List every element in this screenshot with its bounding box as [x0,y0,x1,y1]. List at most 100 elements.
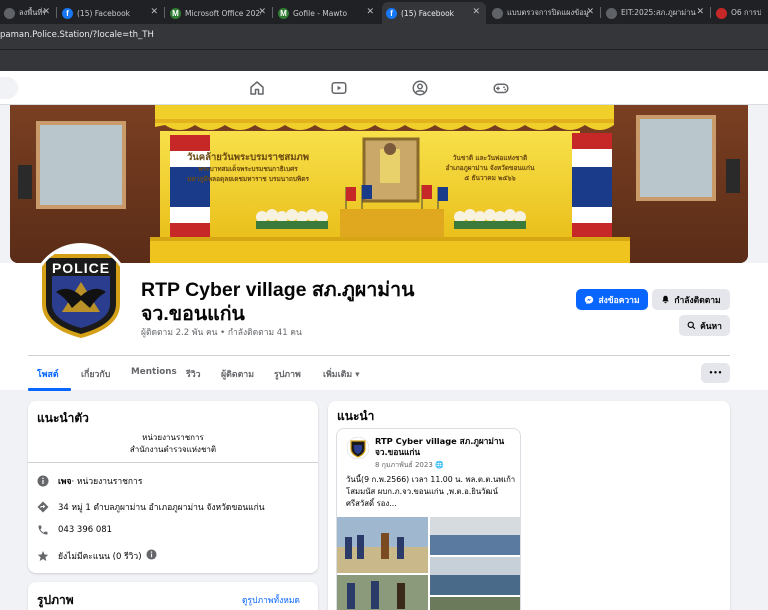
home-icon[interactable] [248,79,266,97]
post-meta[interactable]: 8 กุมภาพันธ์ 2023 🌐 [375,460,444,471]
intro-row: เพจ · หน่วยงานราชการ [37,474,142,488]
generic-icon [4,7,15,19]
intro-bio-line1: หน่วยงานราชการ [142,433,204,442]
location-icon [37,501,49,513]
post-date[interactable]: 8 กุมภาพันธ์ 2023 [375,461,433,469]
groups-icon[interactable] [411,79,429,97]
address-bar[interactable]: paman.Police.Station/?locale=th_TH [0,24,768,49]
intro-row-category: เพจ [58,477,72,487]
intro-bio: หน่วยงานราชการ สำนักงานตำรวจแห่งชาติ [28,432,318,456]
header-divider [28,355,730,356]
cover-photo-image [10,105,748,263]
browser-tab-label: ลงพื้นที่ข้อมูล [19,8,45,17]
more-options-button[interactable]: ••• [701,363,730,383]
browser-tab[interactable]: O6 การประยุกต์ [712,2,768,24]
mawto-icon: M [278,7,289,19]
close-tab-icon[interactable]: ✕ [258,7,266,17]
post-text: วันนี้(9 ก.พ.2566) เวลา 11.00 น. พล.ต.ต.… [346,475,516,508]
video-icon[interactable] [330,79,348,97]
intro-row-text: ยังไม่มีคะแนน (0 รีวิว) [58,552,142,562]
browser-tab-label: EIT:2025:สภ.ภูผาม่าน [621,8,696,17]
profile-tab[interactable]: โพสต์ [37,367,59,381]
messenger-icon [585,295,594,304]
browser-tab-label: แบบตรวจการปิดแผงข้อมู [507,8,589,17]
globe-icon: 🌐 [435,461,444,469]
cover-banner-left: วันคล้ายวันพระบรมราชสมภพ พระบาทสมเด็จพระ… [148,152,348,184]
profile-tab[interactable]: เพิ่มเติม ▾ [323,367,360,381]
active-tab-indicator [28,388,71,391]
browser-tab[interactable]: M Microsoft Office 2024 ✕ [166,2,272,24]
profile-tab[interactable]: Mentions [131,367,177,377]
post-photo-grid[interactable] [337,517,521,610]
message-button[interactable]: ส่งข้อความ [576,289,648,310]
page-title: RTP Cyber village สภ.ภูผาม่าน จว.ขอนแก่น [141,279,415,325]
post-avatar[interactable] [347,437,369,459]
close-tab-icon[interactable]: ✕ [42,7,50,17]
browser-tab-strip: ลงพื้นที่ข้อมูล✕f(15) Facebook✕MMicrosof… [0,0,768,24]
cover-banner-right1: วันชาติ และวันพ่อแห่งชาติ [452,154,528,162]
intro-row-text: 34 หมู่ 1 ตำบลภูผาม่าน อำเภอภูผาม่าน จัง… [58,503,265,513]
browser-tab[interactable]: EIT:2025:สภ.ภูผาม่าน ✕ [602,2,710,24]
tab-separator [272,7,273,18]
follower-stats[interactable]: ผู้ติดตาม 2.2 พัน คน • กำลังติดตาม 41 คน [141,325,302,339]
browser-tab-label: O6 การประยุกต์ [731,8,761,17]
post-author[interactable]: RTP Cyber village สภ.ภูผาม่าน จว.ขอนแก่น [375,436,515,458]
close-tab-icon[interactable]: ✕ [696,7,704,17]
profile-tab[interactable]: รีวิว [186,367,201,381]
featured-title: แนะนำ [337,409,375,423]
intro-divider [28,462,318,463]
intro-row-text: · หน่วยงานราชการ [71,477,143,487]
close-tab-icon[interactable]: ✕ [150,7,158,17]
browser-tab[interactable]: f (15) Facebook ✕ [58,2,164,24]
globe-icon [492,7,503,19]
profile-tab[interactable]: ผู้ติดตาม [221,367,254,381]
browser-tab[interactable]: M Gofile - Mawto ✕ [274,2,380,24]
cover-photo[interactable]: วันคล้ายวันพระบรมราชสมภพ พระบาทสมเด็จพระ… [10,105,748,263]
browser-tab-label: Gofile - Mawto [293,8,348,18]
facebook-icon: f [386,7,397,19]
intro-bio-line2: สำนักงานตำรวจแห่งชาติ [129,445,217,454]
cover-banner-line3: มหาภูมิพลอดุลยเดชมหาราช บรมนาถบพิตร [187,175,309,183]
close-tab-icon[interactable]: ✕ [366,7,374,17]
featured-post[interactable]: RTP Cyber village สภ.ภูผาม่าน จว.ขอนแก่น… [336,428,521,610]
close-tab-icon[interactable]: ✕ [472,7,480,17]
search-button-label: ค้นหา [700,321,722,332]
tab-separator [600,7,601,18]
intro-row: ยังไม่มีคะแนน (0 รีวิว) [37,549,157,563]
avatar[interactable]: POLICE [31,243,131,343]
gaming-icon[interactable] [492,79,510,97]
globe-icon [606,7,617,19]
intro-row-text: 043 396 081 [58,525,113,535]
close-tab-icon[interactable]: ✕ [586,7,594,17]
browser-tab-label: (15) Facebook [77,8,131,18]
profile-tab[interactable]: รูปภาพ [274,367,301,381]
search-icon [687,321,696,330]
browser-tab[interactable]: แบบตรวจการปิดแผงข้อมู ✕ [488,2,600,24]
facebook-top-nav [0,71,768,105]
browser-tab[interactable]: f (15) Facebook ✕ [382,2,486,24]
rating-info-icon[interactable] [145,549,157,563]
browser-tab-label: (15) Facebook [401,8,455,18]
cover-banner-line2: พระบาทสมเด็จพระบรมชนกาธิเบศร [198,165,298,173]
browser-tab-label: Microsoft Office 2024 [185,8,261,18]
search-button[interactable]: ค้นหา [679,315,730,336]
see-all-photos-link[interactable]: ดูรูปภาพทั้งหมด [242,593,300,607]
search-input[interactable] [0,77,18,99]
photos-title: รูปภาพ [37,593,74,607]
intro-title: แนะนำตัว [37,411,89,425]
mawto-icon: M [170,7,181,19]
following-button-label: กำลังติดตาม [674,295,721,306]
tab-separator [56,7,57,18]
browser-tab[interactable]: ลงพื้นที่ข้อมูล✕ [0,2,56,24]
book-icon [716,7,727,19]
message-button-label: ส่งข้อความ [598,295,640,306]
profile-tab[interactable]: เกี่ยวกับ [81,367,110,381]
following-button[interactable]: กำลังติดตาม [652,289,730,310]
tab-separator [710,7,711,18]
url-text[interactable]: paman.Police.Station/?locale=th_TH [0,30,154,40]
bell-icon [662,295,669,304]
cover-banner-right: วันชาติ และวันพ่อแห่งชาติ อำเภอภูผาม่าน … [430,153,550,183]
cover-banner-line1: วันคล้ายวันพระบรมราชสมภพ [186,152,310,163]
info-icon [37,475,49,487]
intro-row[interactable]: 043 396 081 [37,524,112,536]
